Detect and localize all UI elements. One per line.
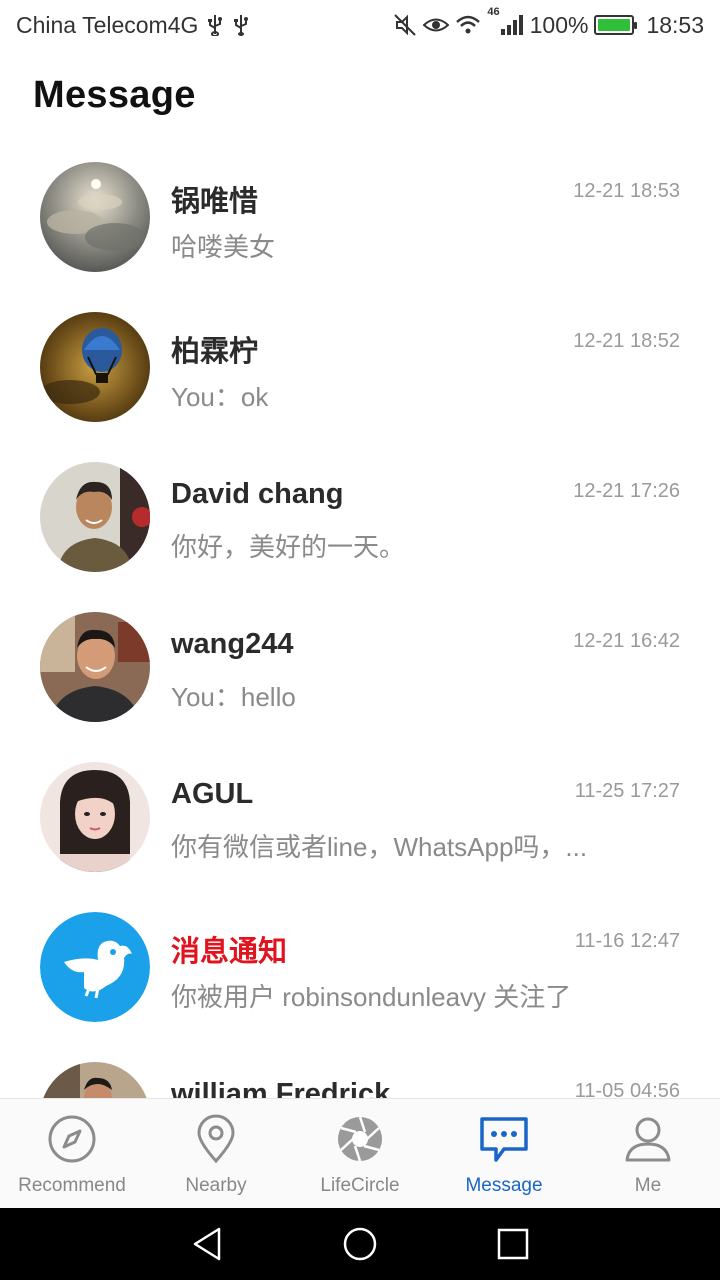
nav-item-message[interactable]: Message [432, 1099, 576, 1208]
conversation-item[interactable]: AGUL 你有微信或者line，WhatsApp吗，... 11-25 17:2… [0, 740, 720, 890]
recents-icon[interactable] [493, 1224, 533, 1264]
contact-name: william Fredrick [171, 1078, 391, 1098]
contact-name: 消息通知 [171, 936, 288, 968]
contact-name: wang244 [171, 628, 294, 660]
message-preview: 你有微信或者line，WhatsApp吗，... [171, 832, 588, 862]
message-preview: You：hello [171, 682, 296, 712]
message-preview: 你被用户 robinsondunleavy 关注了 [171, 982, 572, 1012]
conversation-item[interactable]: wang244 You：hello 12-21 16:42 [0, 590, 720, 740]
avatar[interactable] [40, 1062, 150, 1098]
message-time: 12-21 18:53 [573, 180, 680, 202]
page-title: Message [33, 74, 196, 116]
network-type-label: 46 [487, 6, 500, 18]
contact-name: AGUL [171, 778, 254, 810]
location-pin-icon [190, 1113, 242, 1165]
contact-name: David chang [171, 478, 344, 510]
message-time: 11-16 12:47 [574, 930, 680, 952]
nav-label: Me [634, 1175, 662, 1196]
carrier-label: China Telecom4G [16, 11, 199, 38]
usb-icon [232, 14, 250, 36]
nav-item-me[interactable]: Me [576, 1099, 720, 1208]
conversation-list[interactable]: 锅唯惜 哈喽美女 12-21 18:53 柏霖柠 You：ok 12-21 18… [0, 140, 720, 1098]
usb-icon [206, 14, 224, 36]
avatar[interactable] [40, 762, 150, 872]
signal-icon: 46 [487, 6, 523, 36]
message-time: 11-05 04:56 [574, 1080, 680, 1098]
avatar[interactable] [40, 462, 150, 572]
conversation-item[interactable]: 消息通知 你被用户 robinsondunleavy 关注了 11-16 12:… [0, 890, 720, 1040]
message-time: 11-25 17:27 [574, 780, 680, 802]
status-bar: China Telecom4G 46 100% 18:53 [0, 0, 720, 50]
message-time: 12-21 18:52 [573, 330, 680, 352]
nav-item-lifecircle[interactable]: LifeCircle [288, 1099, 432, 1208]
conversation-item[interactable]: David chang 你好，美好的一天。 12-21 17:26 [0, 440, 720, 590]
message-time: 12-21 17:26 [573, 480, 680, 502]
conversation-item[interactable]: 柏霖柠 You：ok 12-21 18:52 [0, 290, 720, 440]
nav-item-nearby[interactable]: Nearby [144, 1099, 288, 1208]
nav-item-recommend[interactable]: Recommend [0, 1099, 144, 1208]
avatar[interactable] [40, 612, 150, 722]
nav-label: Nearby [185, 1175, 247, 1196]
conversation-item[interactable]: william Fredrick 11-05 04:56 [0, 1040, 720, 1098]
contact-name: 锅唯惜 [171, 186, 259, 218]
message-preview: 哈喽美女 [171, 232, 276, 262]
message-preview: 你好，美好的一天。 [171, 532, 406, 562]
clock: 18:53 [646, 11, 704, 38]
wifi-icon [455, 14, 481, 36]
home-icon[interactable] [340, 1224, 380, 1264]
battery-icon [594, 15, 638, 35]
aperture-icon [334, 1113, 386, 1165]
message-preview: You：ok [171, 382, 269, 412]
nav-label: Recommend [18, 1175, 126, 1196]
message-time: 12-21 16:42 [573, 630, 680, 652]
chat-bubble-icon [478, 1113, 530, 1165]
mute-icon [393, 13, 417, 37]
person-icon [622, 1113, 674, 1165]
compass-icon [46, 1113, 98, 1165]
system-nav-bar [0, 1208, 720, 1280]
bottom-navigation: Recommend Nearby LifeCircle Message Me [0, 1098, 720, 1208]
conversation-item[interactable]: 锅唯惜 哈喽美女 12-21 18:53 [0, 140, 720, 290]
nav-label: LifeCircle [320, 1175, 400, 1196]
avatar[interactable] [40, 312, 150, 422]
nav-label: Message [465, 1175, 543, 1196]
battery-percent: 100% [529, 11, 589, 38]
avatar[interactable] [40, 162, 150, 272]
eye-comfort-icon [423, 14, 450, 36]
contact-name: 柏霖柠 [171, 336, 259, 368]
bird-logo-avatar[interactable] [40, 912, 150, 1022]
back-icon[interactable] [187, 1224, 227, 1264]
